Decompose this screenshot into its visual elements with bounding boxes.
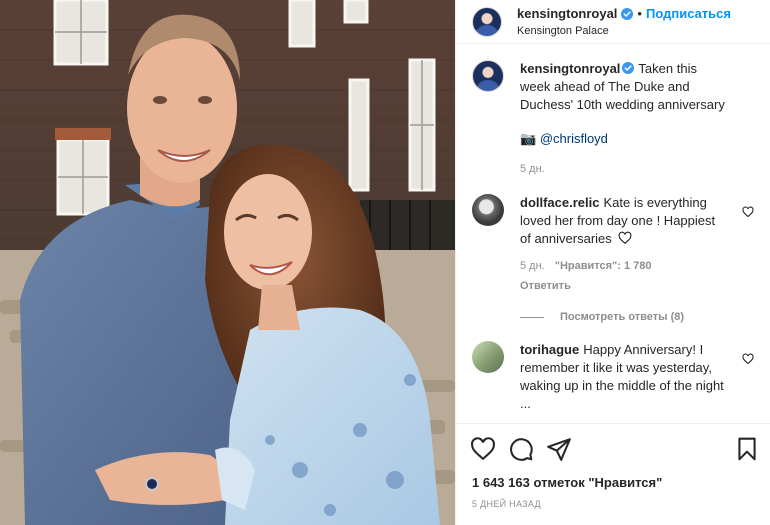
comment-reply-row: Ответить	[520, 277, 728, 295]
view-replies-label: Посмотреть ответы (8)	[560, 311, 685, 323]
post-side-panel: kensingtonroyal • Подписаться Kensington…	[455, 0, 770, 525]
caption-meta: 5 дн.	[520, 160, 728, 178]
caption-time: 5 дн.	[520, 163, 545, 175]
verified-badge-icon	[622, 62, 635, 74]
replies-divider	[520, 316, 544, 318]
comment-username[interactable]: dollface.relic	[520, 195, 599, 210]
post-photo[interactable]	[0, 0, 455, 525]
comment-time: 5 дн.	[520, 260, 545, 272]
comment-body: dollface.relic Kate is everything loved h…	[520, 194, 754, 295]
caption: kensingtonroyal Taken this week ahead of …	[472, 60, 754, 178]
post-timestamp: 5 ДНЕЙ НАЗАД	[472, 499, 541, 509]
instagram-post: kensingtonroyal • Подписаться Kensington…	[0, 0, 770, 525]
comments-list[interactable]: kensingtonroyal Taken this week ahead of …	[456, 44, 770, 423]
credit-mention-link[interactable]: @chrisfloyd	[540, 131, 608, 146]
header-line: kensingtonroyal • Подписаться	[517, 6, 731, 21]
couple-photo-illustration	[0, 0, 455, 525]
bookmark-icon[interactable]	[734, 436, 760, 462]
caption-avatar[interactable]	[472, 60, 504, 92]
share-icon[interactable]	[546, 436, 572, 462]
comment-item: torihague Happy Anniversary! I remember i…	[472, 341, 754, 413]
location-link[interactable]: Kensington Palace	[517, 25, 731, 37]
caption-credit-line: 📷 @chrisfloyd	[520, 130, 728, 148]
like-heart-icon[interactable]	[470, 436, 496, 462]
likes-count[interactable]: 1 643 163 отметок "Нравится"	[456, 473, 770, 493]
like-comment-heart-icon[interactable]	[742, 206, 754, 218]
comment-avatar[interactable]	[472, 341, 504, 373]
follow-button[interactable]: Подписаться	[646, 6, 731, 21]
verified-badge-icon	[621, 7, 634, 20]
camera-emoji-icon: 📷	[520, 131, 537, 146]
caption-username[interactable]: kensingtonroyal	[520, 61, 620, 76]
comment-meta: 5 дн. "Нравится": 1 780	[520, 257, 728, 275]
comment-avatar[interactable]	[472, 194, 504, 226]
comment-body: torihague Happy Anniversary! I remember i…	[520, 341, 754, 413]
comment-item: dollface.relic Kate is everything loved h…	[472, 194, 754, 295]
reply-button[interactable]: Ответить	[520, 277, 571, 295]
view-replies-button[interactable]: Посмотреть ответы (8)	[520, 311, 754, 323]
post-header: kensingtonroyal • Подписаться Kensington…	[456, 0, 770, 44]
comment-username[interactable]: torihague	[520, 342, 579, 357]
like-comment-heart-icon[interactable]	[742, 353, 754, 365]
caption-body: kensingtonroyal Taken this week ahead of …	[520, 60, 754, 178]
header-text: kensingtonroyal • Подписаться Kensington…	[517, 6, 731, 37]
separator-dot: •	[637, 6, 642, 21]
author-avatar[interactable]	[472, 6, 502, 37]
author-username[interactable]: kensingtonroyal	[517, 6, 617, 21]
heart-emoji-icon	[618, 231, 632, 245]
comment-likes[interactable]: "Нравится": 1 780	[555, 257, 652, 275]
action-bar	[456, 423, 770, 473]
comment-icon[interactable]	[508, 436, 534, 462]
